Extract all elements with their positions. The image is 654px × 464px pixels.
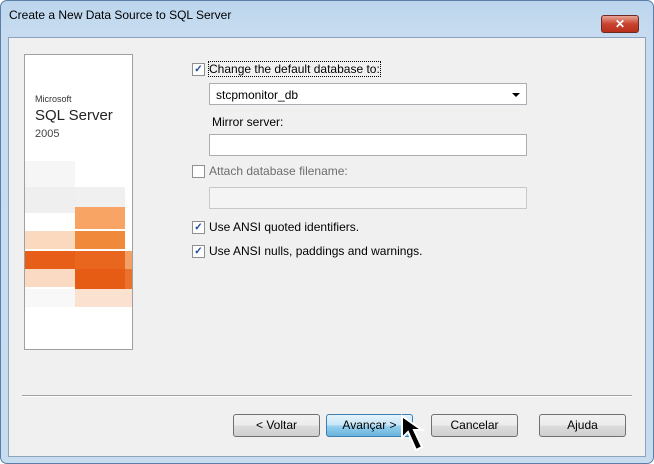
banner-tile [25, 161, 75, 187]
banner-version: 2005 [35, 128, 60, 140]
banner-tile [25, 251, 75, 269]
change-default-db-label[interactable]: Change the default database to: [208, 61, 381, 77]
window-title: Create a New Data Source to SQL Server [9, 8, 232, 22]
check-icon: ✓ [194, 246, 203, 257]
banner-tile [25, 231, 75, 249]
banner-product: SQL Server 2005 [35, 107, 132, 141]
banner-product-name: SQL Server [35, 107, 113, 124]
attach-db-checkbox[interactable] [192, 165, 205, 178]
help-button[interactable]: Ajuda [539, 414, 626, 437]
dialog-client-area: Microsoft SQL Server 2005 ✓ Change the d… [8, 37, 646, 457]
button-separator [22, 395, 632, 397]
check-icon: ✓ [194, 222, 203, 233]
dialog-window: Create a New Data Source to SQL Server ✕… [0, 0, 654, 464]
banner-tile [75, 251, 125, 269]
attach-db-input [209, 187, 527, 209]
ansi-nulls-checkbox[interactable]: ✓ [192, 245, 205, 258]
banner-tile [75, 207, 125, 229]
mirror-server-input[interactable] [209, 134, 527, 156]
ansi-nulls-label[interactable]: Use ANSI nulls, paddings and warnings. [209, 244, 422, 258]
banner-tile [125, 269, 132, 289]
ansi-quoted-checkbox[interactable]: ✓ [192, 221, 205, 234]
close-button[interactable]: ✕ [601, 15, 639, 33]
mirror-server-label: Mirror server: [212, 115, 284, 129]
change-default-db-checkbox[interactable]: ✓ [192, 63, 205, 76]
banner-tile [75, 231, 125, 249]
banner-tile [25, 289, 75, 307]
close-icon: ✕ [614, 17, 626, 31]
attach-db-label[interactable]: Attach database filename: [209, 164, 348, 178]
mouse-pointer-icon [401, 414, 426, 452]
banner-tile [125, 251, 132, 269]
title-bar[interactable]: Create a New Data Source to SQL Server ✕ [1, 1, 653, 33]
database-combobox[interactable]: stcpmonitor_db [209, 83, 527, 105]
cancel-button[interactable]: Cancelar [431, 414, 518, 437]
banner-tile [25, 187, 75, 213]
database-combobox-value: stcpmonitor_db [216, 88, 299, 102]
banner-tile [75, 187, 125, 209]
sql-server-banner: Microsoft SQL Server 2005 [24, 54, 133, 350]
back-button[interactable]: < Voltar [233, 414, 320, 437]
ansi-quoted-label[interactable]: Use ANSI quoted identifiers. [209, 220, 359, 234]
check-icon: ✓ [194, 64, 203, 75]
banner-tile [75, 289, 132, 307]
banner-company: Microsoft [35, 94, 72, 104]
chevron-down-icon[interactable] [512, 93, 520, 97]
banner-tile [75, 269, 125, 289]
banner-tile [25, 269, 75, 287]
